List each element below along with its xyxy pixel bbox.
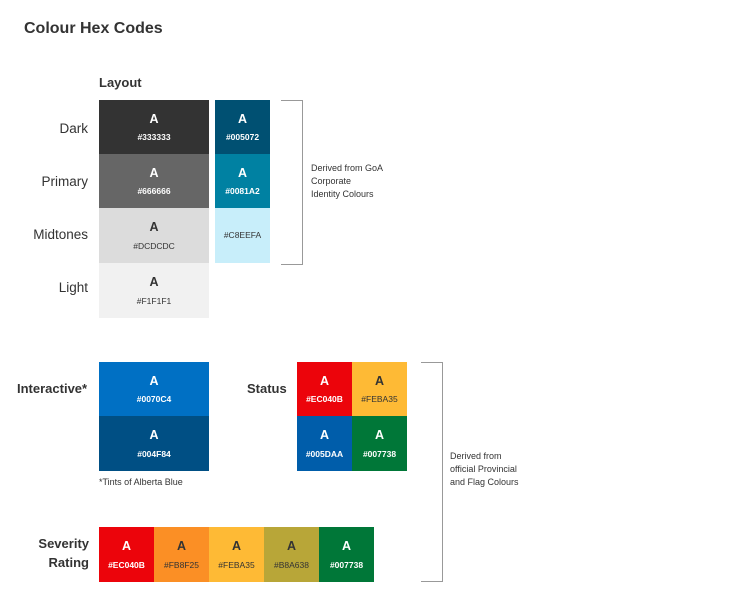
severity-heading-line: Severity xyxy=(38,536,89,551)
swatch-letter: A xyxy=(237,165,248,180)
swatch-severity-2: A #FB8F25 xyxy=(154,527,209,582)
swatch-hex: #333333 xyxy=(137,132,171,142)
goa-note-line: Corporate xyxy=(311,176,352,186)
goa-note: Derived from GoA Corporate Identity Colo… xyxy=(311,162,383,201)
swatch-status-red: A #EC040B xyxy=(297,362,352,416)
swatch-hex: #C8EEFA xyxy=(223,230,262,241)
swatch-dark-grey: A #333333 xyxy=(99,100,209,154)
swatch-letter: A xyxy=(319,373,330,388)
swatch-hex: #0070C4 xyxy=(136,394,172,404)
provincial-note-line: Derived from xyxy=(450,451,502,461)
swatch-status-yellow: A #FEBA35 xyxy=(352,362,407,416)
interactive-heading: Interactive* xyxy=(17,381,88,396)
swatch-hex: #007738 xyxy=(329,559,364,570)
swatch-primary-blue: A #0081A2 xyxy=(215,154,270,208)
row-label-light: Light xyxy=(58,280,88,295)
swatch-primary-grey: A #666666 xyxy=(99,154,209,208)
swatch-hex: #EC040B xyxy=(108,559,145,570)
swatch-letter: A xyxy=(176,539,187,553)
swatch-letter: A xyxy=(374,428,385,442)
swatch-status-blue: A #005DAA xyxy=(297,416,352,471)
swatch-hex: #FEBA35 xyxy=(218,559,255,570)
layout-heading: Layout xyxy=(99,75,142,90)
provincial-note-line: official Provincial xyxy=(450,464,517,474)
row-label-dark: Dark xyxy=(59,121,88,136)
swatch-interactive-primary: A #0070C4 xyxy=(99,362,209,416)
interactive-footnote: *Tints of Alberta Blue xyxy=(99,477,183,487)
swatch-interactive-dark: A #004F84 xyxy=(99,416,209,471)
swatch-hex: #005072 xyxy=(225,132,260,142)
swatch-hex: #007738 xyxy=(362,448,397,459)
page-title: Colour Hex Codes xyxy=(24,20,163,37)
swatch-letter: A xyxy=(149,220,159,234)
swatch-letter: A xyxy=(149,165,159,180)
bracket-provincial xyxy=(421,362,443,582)
swatch-letter: A xyxy=(149,275,159,289)
swatch-hex: #DCDCDC xyxy=(133,240,175,251)
swatch-severity-5: A #007738 xyxy=(319,527,374,582)
swatch-letter: A xyxy=(231,539,242,553)
goa-note-line: Derived from GoA xyxy=(311,163,384,173)
swatch-letter: A xyxy=(149,428,159,442)
swatch-hex: #F1F1F1 xyxy=(136,295,172,306)
swatch-dark-blue: A #005072 xyxy=(215,100,270,154)
swatch-status-green: A #007738 xyxy=(352,416,407,471)
bracket-goa xyxy=(281,100,303,265)
swatch-light-grey: A #F1F1F1 xyxy=(99,263,209,318)
swatch-letter: A xyxy=(374,373,385,388)
swatch-hex: #EC040B xyxy=(306,394,343,404)
swatch-severity-1: A #EC040B xyxy=(99,527,154,582)
swatch-letter: A xyxy=(319,428,330,442)
swatch-letter: A xyxy=(286,539,297,553)
swatch-hex: #0081A2 xyxy=(225,186,260,196)
swatch-hex: #FB8F25 xyxy=(164,559,199,570)
swatch-letter: A xyxy=(149,111,159,126)
swatch-midtone-blue: #C8EEFA xyxy=(215,208,270,263)
swatch-midtone-grey: A #DCDCDC xyxy=(99,208,209,263)
swatch-severity-3: A #FEBA35 xyxy=(209,527,264,582)
swatch-hex: #FEBA35 xyxy=(361,394,398,404)
swatch-letter: A xyxy=(341,539,352,553)
severity-heading-line: Rating xyxy=(48,555,89,570)
swatch-letter: A xyxy=(237,111,248,126)
row-label-midtones: Midtones xyxy=(33,227,88,242)
swatch-hex: #B8A638 xyxy=(274,559,309,570)
provincial-note: Derived from official Provincial and Fla… xyxy=(450,450,519,489)
goa-note-line: Identity Colours xyxy=(311,189,374,199)
swatch-hex: #666666 xyxy=(137,186,171,196)
swatch-letter: A xyxy=(121,539,132,553)
swatch-hex: #004F84 xyxy=(137,448,171,459)
swatch-severity-4: A #B8A638 xyxy=(264,527,319,582)
row-label-primary: Primary xyxy=(41,174,89,189)
provincial-note-line: and Flag Colours xyxy=(450,477,519,487)
swatch-hex: #005DAA xyxy=(305,448,344,459)
status-heading: Status xyxy=(247,381,287,396)
swatch-letter: A xyxy=(149,373,159,388)
severity-heading: Severity Rating xyxy=(0,534,89,572)
